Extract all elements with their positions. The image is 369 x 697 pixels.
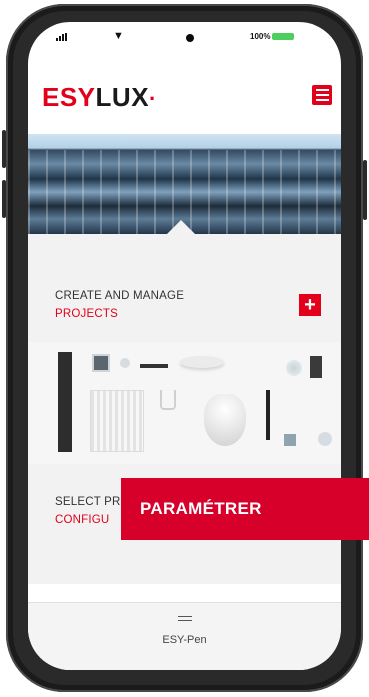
- product-bar: [140, 364, 168, 368]
- building-banner-image: [28, 134, 341, 234]
- product-cube-sensor: [284, 434, 296, 446]
- esylux-logo[interactable]: ESYLUX·: [42, 82, 157, 113]
- hamburger-menu-button[interactable]: [312, 85, 332, 105]
- projects-subtitle: PROJECTS: [55, 308, 118, 320]
- parametrer-button[interactable]: PARAMÉTRER: [121, 478, 369, 540]
- product-ring-sensor: [318, 432, 332, 446]
- product-square-sensor: [92, 354, 110, 372]
- status-bar: ▼ 100%: [28, 22, 341, 56]
- app-screen: ▼ 100% ESYLUX· CREATE AND MANAGE PROJECT…: [28, 22, 341, 670]
- product-dark-module: [310, 356, 322, 378]
- esy-pen-nav-item[interactable]: ESY-Pen: [28, 634, 341, 646]
- product-dome-sensor: [204, 394, 246, 446]
- menu-line: [315, 99, 329, 101]
- products-image: [28, 342, 341, 464]
- battery-percentage: 100%: [250, 32, 271, 41]
- logo-dot: ·: [149, 86, 157, 111]
- phone-side-button: [363, 160, 367, 220]
- product-panel: [90, 390, 144, 452]
- product-black-probe: [266, 390, 270, 440]
- front-camera: [186, 34, 194, 42]
- wifi-icon: ▼: [113, 30, 124, 42]
- logo-esy: ESY: [42, 82, 96, 112]
- battery-icon: [272, 33, 295, 40]
- menu-line: [315, 94, 329, 96]
- banner-notch: [165, 220, 197, 234]
- product-bracket: [160, 390, 176, 410]
- menu-line: [315, 89, 329, 91]
- app-header: ESYLUX·: [28, 82, 341, 122]
- add-project-button[interactable]: +: [299, 294, 321, 316]
- signal-icon: [56, 33, 67, 41]
- battery-indicator: 100%: [250, 32, 295, 41]
- sliders-icon[interactable]: [178, 616, 192, 628]
- product-round-sensor: [286, 360, 302, 376]
- bottom-navigation: ESY-Pen: [28, 602, 341, 670]
- projects-section[interactable]: CREATE AND MANAGE PROJECTS +: [28, 234, 341, 342]
- product-tall-sensor: [58, 352, 72, 452]
- projects-title: CREATE AND MANAGE: [55, 290, 185, 302]
- products-subtitle: CONFIGU: [55, 514, 110, 526]
- product-small-sensor: [120, 358, 130, 368]
- product-ceiling-light: [180, 356, 224, 368]
- logo-lux: LUX: [95, 82, 150, 112]
